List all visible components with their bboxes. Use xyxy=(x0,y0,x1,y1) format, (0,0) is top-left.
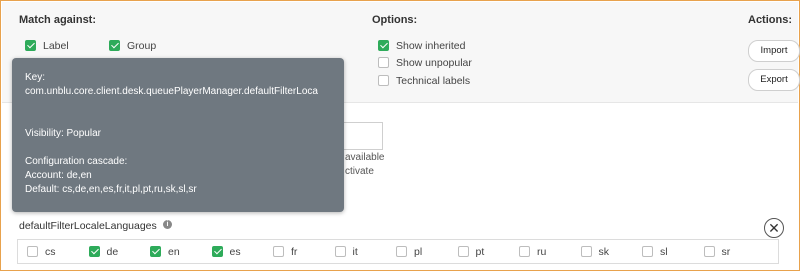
tooltip-key-label: Key: xyxy=(25,72,46,83)
config-tooltip: Key: com.unblu.core.client.desk.queuePla… xyxy=(12,58,344,212)
group-checkbox[interactable] xyxy=(109,40,120,51)
tooltip-default: Default: cs,de,en,es,fr,it,pl,pt,ru,sk,s… xyxy=(25,184,197,195)
language-label-de: de xyxy=(106,246,119,258)
tooltip-visibility: Visibility: Popular xyxy=(25,128,101,139)
label-checkbox-label: Label xyxy=(43,40,69,52)
language-checkbox-sr[interactable] xyxy=(703,246,715,257)
language-label-pt: pt xyxy=(475,246,485,258)
language-checkbox-es[interactable] xyxy=(211,246,223,257)
language-checkbox-it[interactable] xyxy=(334,246,346,257)
language-checkbox-en[interactable] xyxy=(150,246,161,257)
value-input[interactable] xyxy=(338,122,383,150)
language-label-fr: fr xyxy=(291,246,298,258)
language-checkbox-de[interactable] xyxy=(88,246,100,257)
language-checkbox-group: cs de en es fr it pl pt ru sk sl sr xyxy=(17,239,779,264)
language-checkbox-sk[interactable] xyxy=(580,246,592,257)
language-label-pl: pl xyxy=(414,246,423,258)
match-against-heading: Match against: xyxy=(19,14,97,26)
tooltip-account: Account: de,en xyxy=(25,170,92,181)
label-checkbox[interactable] xyxy=(25,40,36,51)
language-checkbox-pt[interactable] xyxy=(457,246,469,257)
language-label-en: en xyxy=(168,246,180,258)
language-label-sk: sk xyxy=(598,246,610,258)
group-checkbox-label: Group xyxy=(127,40,157,52)
technical-labels-checkbox[interactable] xyxy=(378,75,389,86)
setting-name: defaultFilterLocaleLanguages xyxy=(19,220,157,232)
language-checkbox-cs[interactable] xyxy=(27,246,38,257)
partial-text-2: ctivate xyxy=(345,166,374,177)
language-checkbox-ru[interactable] xyxy=(519,246,530,257)
partial-text-1: available xyxy=(345,152,385,163)
show-inherited-label: Show inherited xyxy=(396,40,466,52)
options-heading: Options: xyxy=(372,14,418,26)
info-icon[interactable]: i xyxy=(163,220,172,229)
tooltip-key-value: com.unblu.core.client.desk.queuePlayerMa… xyxy=(25,86,318,97)
close-icon[interactable]: ✕ xyxy=(764,218,784,238)
language-checkbox-sl[interactable] xyxy=(642,246,653,257)
show-inherited-checkbox[interactable] xyxy=(378,40,389,51)
tooltip-cascade-label: Configuration cascade: xyxy=(25,156,128,167)
language-checkbox-pl[interactable] xyxy=(396,246,407,257)
import-button[interactable]: Import xyxy=(748,40,800,62)
actions-heading: Actions: xyxy=(748,14,792,26)
language-label-es: es xyxy=(229,246,241,258)
language-label-it: it xyxy=(352,246,358,258)
language-label-sr: sr xyxy=(721,246,731,258)
export-button[interactable]: Export xyxy=(748,69,800,91)
language-label-cs: cs xyxy=(45,246,56,258)
language-label-sl: sl xyxy=(660,246,668,258)
language-checkbox-fr[interactable] xyxy=(273,246,284,257)
show-unpopular-label: Show unpopular xyxy=(396,57,472,69)
show-unpopular-checkbox[interactable] xyxy=(378,57,389,68)
language-label-ru: ru xyxy=(537,246,547,258)
technical-labels-label: Technical labels xyxy=(396,75,471,87)
